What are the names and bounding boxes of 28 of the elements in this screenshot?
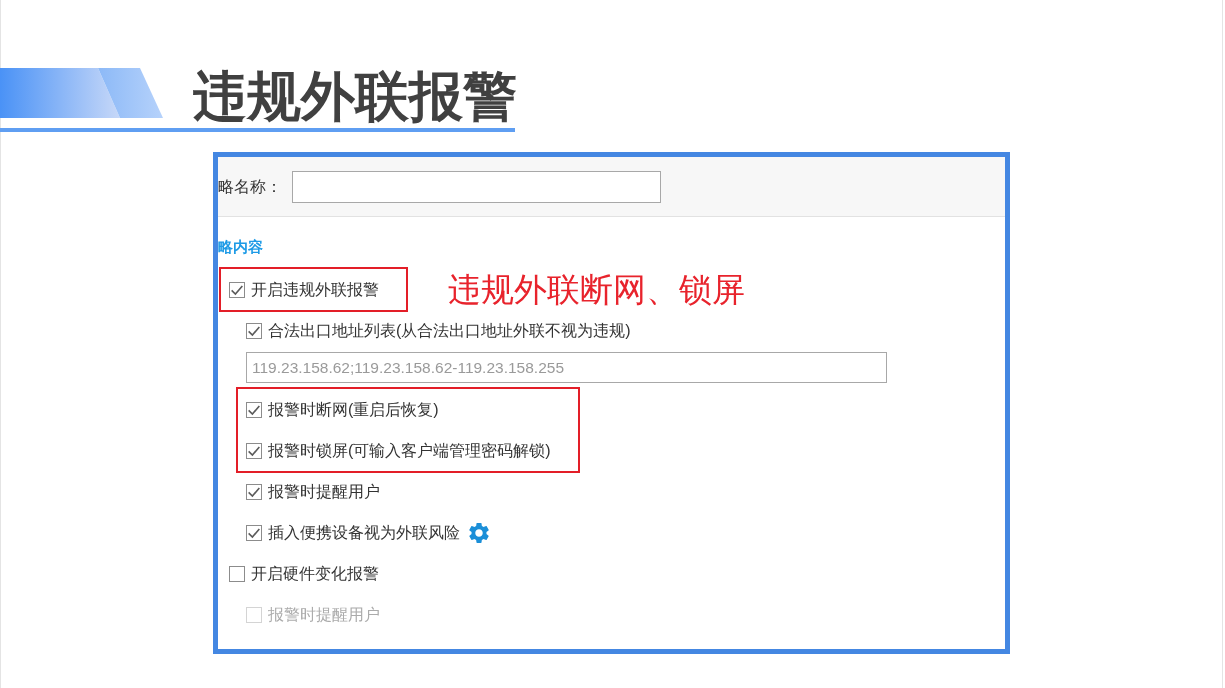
option-label: 报警时提醒用户 bbox=[268, 481, 380, 502]
checkbox[interactable] bbox=[246, 322, 262, 339]
address-field[interactable]: 119.23.158.62;119.23.158.62-119.23.158.255 bbox=[246, 352, 887, 383]
checkbox[interactable] bbox=[246, 401, 262, 418]
option-label: 报警时断网(重启后恢复) bbox=[268, 399, 439, 420]
option-label: 插入便携设备视为外联风险 bbox=[268, 522, 460, 543]
option-label: 报警时锁屏(可输入客户端管理密码解锁) bbox=[268, 440, 551, 461]
check-icon bbox=[248, 444, 260, 457]
slide-title: 违规外联报警 bbox=[193, 66, 517, 126]
option-label: 开启违规外联报警 bbox=[251, 279, 379, 300]
check-icon bbox=[248, 403, 260, 416]
check-icon bbox=[231, 283, 243, 296]
check-icon bbox=[248, 324, 260, 337]
gear-icon[interactable] bbox=[469, 522, 489, 543]
field-label: 略名称： bbox=[218, 176, 282, 197]
option-label: 合法出口地址列表(从合法出口地址外联不视为违规) bbox=[268, 320, 631, 341]
checkbox[interactable] bbox=[246, 524, 262, 541]
checkbox[interactable] bbox=[229, 565, 245, 582]
check-icon bbox=[248, 485, 260, 498]
checkbox[interactable] bbox=[246, 442, 262, 459]
checkbox[interactable] bbox=[229, 281, 245, 298]
name-field[interactable] bbox=[292, 170, 661, 203]
option-label: 开启硬件变化报警 bbox=[251, 563, 379, 584]
section-title: 略内容 bbox=[218, 237, 264, 257]
checkbox[interactable] bbox=[246, 483, 262, 500]
callout-text: 违规外联断网、锁屏 bbox=[448, 269, 745, 310]
option-label: 报警时提醒用户 bbox=[268, 604, 380, 625]
check-icon bbox=[248, 526, 260, 539]
